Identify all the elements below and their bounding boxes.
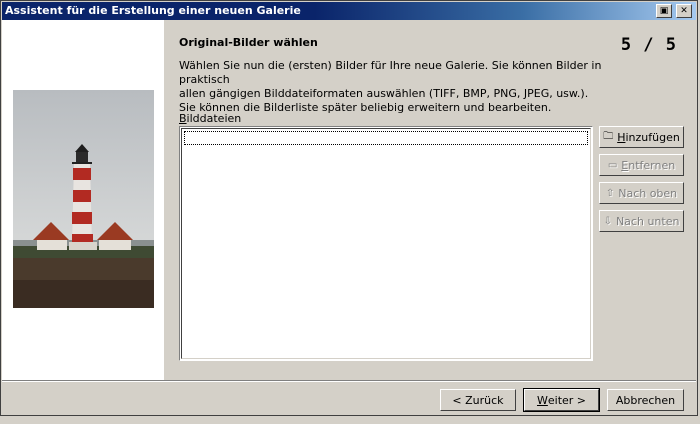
back-button[interactable]: < Zurück [440, 389, 516, 411]
title-bar[interactable]: Assistent für die Erstellung einer neuen… [2, 2, 696, 20]
remove-icon: ▭ [607, 159, 618, 171]
window-title: Assistent für die Erstellung einer neuen… [5, 4, 301, 17]
arrow-up-icon: ⇧ [605, 187, 615, 199]
arrow-down-icon: ⇩ [603, 215, 612, 227]
lighthouse-photo [13, 90, 154, 308]
step-heading: Original-Bilder wählen [179, 36, 318, 49]
move-up-button[interactable]: ⇧ Nach oben [599, 182, 684, 204]
restore-button[interactable]: ▣ [656, 4, 672, 18]
next-button[interactable]: Weiter > [523, 388, 600, 412]
move-down-button[interactable]: ⇩ Nach unten [599, 210, 684, 232]
wizard-image-panel [2, 20, 164, 380]
add-button[interactable]: 🗀 Hinzufügen [599, 126, 684, 148]
image-files-list[interactable] [179, 126, 593, 361]
close-button[interactable]: ✕ [676, 4, 692, 18]
step-counter: 5 / 5 [620, 35, 677, 55]
footer-separator [2, 380, 696, 382]
remove-button[interactable]: ▭ Entfernen [599, 154, 684, 176]
cancel-button[interactable]: Abbrechen [607, 389, 684, 411]
step-description: Wählen Sie nun die (ersten) Bilder für I… [179, 59, 602, 114]
folder-add-icon: 🗀 [603, 130, 614, 142]
list-focus-rect [184, 131, 588, 145]
image-files-label: Bilddateien [179, 112, 242, 125]
wizard-window: Assistent für die Erstellung einer neuen… [0, 0, 698, 416]
